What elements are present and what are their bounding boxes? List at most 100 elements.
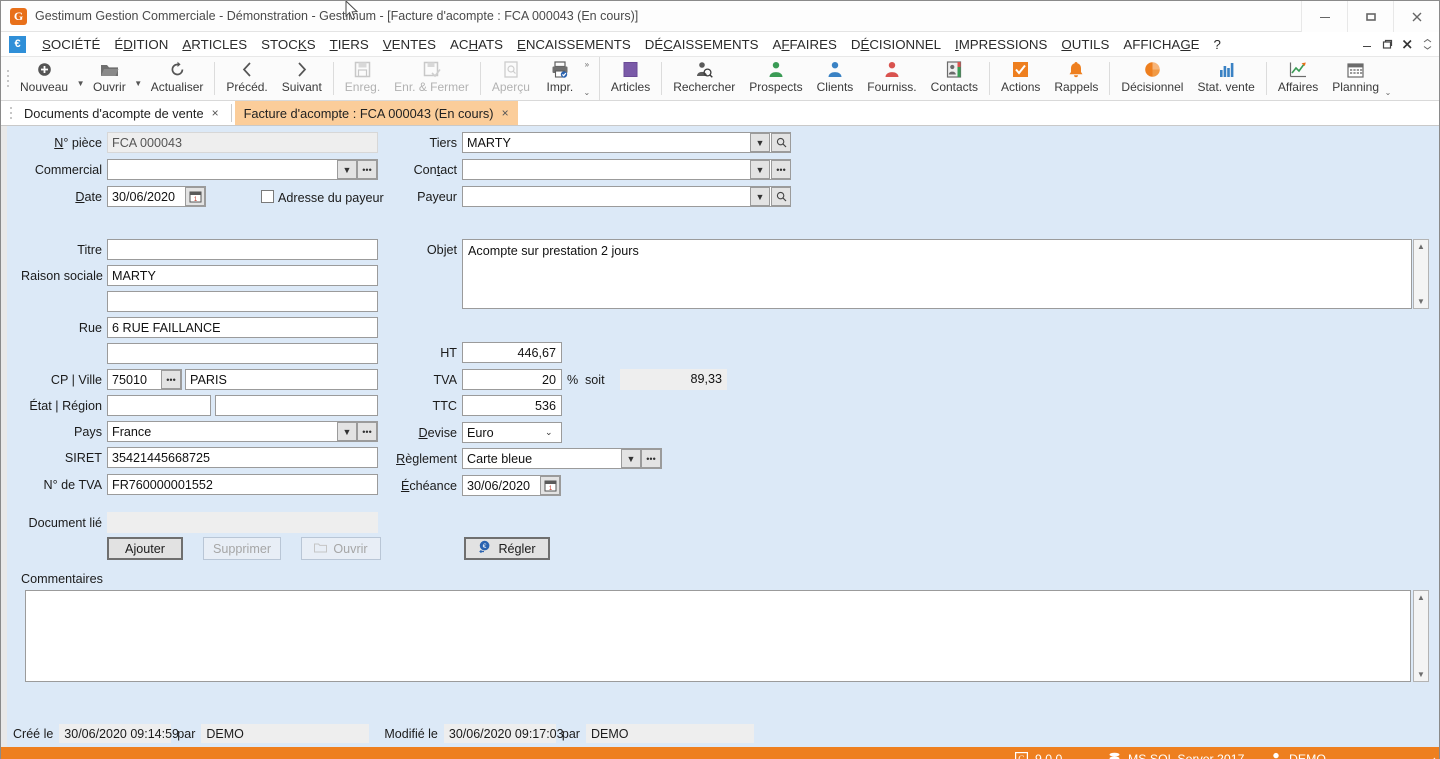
adresse-payeur-checkbox[interactable] bbox=[261, 190, 274, 203]
tabstrip-grip[interactable] bbox=[7, 105, 15, 121]
reglement-dropdown-icon[interactable]: ▼ bbox=[621, 449, 641, 468]
toolbar-button-ouvrir[interactable]: Ouvrir bbox=[86, 57, 133, 100]
num-piece-input[interactable]: FCA 000043 bbox=[107, 132, 378, 153]
document-tab-close-icon[interactable]: × bbox=[212, 107, 219, 119]
commentaires-scroll-down-icon[interactable]: ▼ bbox=[1414, 668, 1428, 681]
mdi-close-icon[interactable] bbox=[1402, 39, 1413, 50]
region-input[interactable] bbox=[215, 395, 378, 416]
siret-input[interactable]: 35421445668725 bbox=[107, 447, 378, 468]
toolbar-right-overflow-icon[interactable]: ⌄ bbox=[1382, 59, 1394, 98]
ville-input[interactable]: PARIS bbox=[185, 369, 378, 390]
mdi-restore-icon[interactable] bbox=[1382, 39, 1393, 50]
tva-rate-input[interactable]: 20 bbox=[462, 369, 562, 390]
menu-app-icon[interactable]: € bbox=[9, 35, 26, 53]
document-tab-1[interactable]: Documents d'acompte de vente × bbox=[15, 101, 228, 125]
tiers-input[interactable]: MARTY bbox=[462, 132, 791, 153]
toolbar-button-actualiser[interactable]: Actualiser bbox=[144, 57, 211, 100]
supprimer-button[interactable]: Supprimer bbox=[203, 537, 281, 560]
menu-item-impressions[interactable]: I MPRESSIONS bbox=[948, 32, 1054, 57]
payeur-search-icon[interactable] bbox=[771, 187, 791, 206]
num-tva-input[interactable]: FR760000001552 bbox=[107, 474, 378, 495]
toolbar-button-stat-vente[interactable]: Stat. vente bbox=[1190, 57, 1261, 100]
commentaires-scrollbar[interactable]: ▲ ▼ bbox=[1413, 590, 1429, 682]
commercial-browse-icon[interactable]: ••• bbox=[357, 160, 377, 179]
devise-chevron-down-icon[interactable]: ⌄ bbox=[545, 427, 553, 438]
payeur-dropdown-icon[interactable]: ▼ bbox=[750, 187, 770, 206]
toolbar-grip[interactable] bbox=[5, 64, 11, 94]
pays-dropdown-icon[interactable]: ▼ bbox=[337, 422, 357, 441]
objet-scrollbar[interactable]: ▲ ▼ bbox=[1413, 239, 1429, 309]
menu-item-d-cisionnel[interactable]: D É CISIONNEL bbox=[844, 32, 948, 57]
echeance-calendar-icon[interactable]: 1 bbox=[540, 476, 560, 495]
toolbar-button-aper-u[interactable]: Aperçu bbox=[485, 57, 537, 100]
tiers-dropdown-icon[interactable]: ▼ bbox=[750, 133, 770, 152]
toolbar-button-suivant[interactable]: Suivant bbox=[275, 57, 329, 100]
menu-item-stocks[interactable]: STOC K S bbox=[254, 32, 322, 57]
menu-item-articles[interactable]: A RTICLES bbox=[175, 32, 254, 57]
menu-item-tiers[interactable]: T IERS bbox=[323, 32, 376, 57]
menu-item-ventes[interactable]: V ENTES bbox=[376, 32, 443, 57]
toolbar-button-enreg[interactable]: Enreg. bbox=[338, 57, 387, 100]
menu-item-dition[interactable]: É D ITION bbox=[107, 32, 175, 57]
regler-button[interactable]: € Régler bbox=[464, 537, 550, 560]
minimize-button[interactable] bbox=[1301, 1, 1347, 32]
toolbar-nouveau-chevron-down-icon[interactable]: ▼ bbox=[75, 79, 86, 100]
ajouter-button[interactable]: Ajouter bbox=[107, 537, 183, 560]
document-lie-input[interactable] bbox=[107, 512, 378, 533]
document-tab-close-icon[interactable]: × bbox=[502, 107, 509, 119]
menu-item-affichage[interactable]: AFFICHA G E bbox=[1116, 32, 1206, 57]
toolbar-ouvrir-chevron-down-icon[interactable]: ▼ bbox=[133, 79, 144, 100]
date-calendar-icon[interactable]: 1 bbox=[185, 187, 205, 206]
titre-input[interactable] bbox=[107, 239, 378, 260]
objet-textarea[interactable]: Acompte sur prestation 2 jours bbox=[462, 239, 1412, 309]
toolbar-button-nouveau[interactable]: Nouveau bbox=[13, 57, 75, 100]
maximize-button[interactable] bbox=[1347, 1, 1393, 32]
toolbar-button-enr-fermer[interactable]: Enr. & Fermer bbox=[387, 57, 476, 100]
commentaires-textarea[interactable] bbox=[25, 590, 1411, 682]
rue-line2-input[interactable] bbox=[107, 343, 378, 364]
rue-input[interactable]: 6 RUE FAILLANCE bbox=[107, 317, 378, 338]
toolbar-button-clients[interactable]: Clients bbox=[810, 57, 861, 100]
toolbar-button-articles[interactable]: Articles bbox=[604, 57, 657, 100]
toolbar-button-actions[interactable]: Actions bbox=[994, 57, 1047, 100]
contact-dropdown-icon[interactable]: ▼ bbox=[750, 160, 770, 179]
payeur-input[interactable] bbox=[462, 186, 791, 207]
commercial-dropdown-icon[interactable]: ▼ bbox=[337, 160, 357, 179]
toolbar-button-planning[interactable]: Planning bbox=[1325, 57, 1386, 100]
menu-item-d-caissements[interactable]: DÉ C AISSEMENTS bbox=[638, 32, 766, 57]
toolbar-button-contacts[interactable]: Contacts bbox=[924, 57, 985, 100]
resize-grip-icon[interactable] bbox=[1422, 754, 1436, 759]
cp-browse-icon[interactable]: ••• bbox=[161, 370, 181, 389]
toolbar-left-overflow-icon[interactable]: » ⌄ bbox=[581, 59, 593, 98]
raison-sociale-line2-input[interactable] bbox=[107, 291, 378, 312]
pays-browse-icon[interactable]: ••• bbox=[357, 422, 377, 441]
reglement-browse-icon[interactable]: ••• bbox=[641, 449, 661, 468]
menu-item-affaires[interactable]: A F FAIRES bbox=[766, 32, 844, 57]
document-tab-2[interactable]: Facture d'acompte : FCA 000043 (En cours… bbox=[234, 101, 518, 125]
menu-item-achats[interactable]: AC H ATS bbox=[443, 32, 510, 57]
objet-scroll-up-icon[interactable]: ▲ bbox=[1414, 240, 1428, 253]
contact-browse-icon[interactable]: ••• bbox=[771, 160, 791, 179]
menu-item-outils[interactable]: O UTILS bbox=[1054, 32, 1116, 57]
menu-item-[interactable]: ? bbox=[1207, 32, 1228, 57]
ttc-input[interactable]: 536 bbox=[462, 395, 562, 416]
menu-item-encaissements[interactable]: E NCAISSEMENTS bbox=[510, 32, 638, 57]
menu-overflow-icon[interactable] bbox=[1422, 39, 1433, 50]
mdi-minimize-icon[interactable] bbox=[1362, 39, 1373, 50]
toolbar-button-impr[interactable]: Impr. bbox=[537, 57, 583, 100]
menu-item-soci-t[interactable]: S OCIÉTÉ bbox=[35, 32, 107, 57]
etat-input[interactable] bbox=[107, 395, 211, 416]
toolbar-button-d-cisionnel[interactable]: Décisionnel bbox=[1114, 57, 1190, 100]
toolbar-button-pr-c-d[interactable]: Précéd. bbox=[219, 57, 274, 100]
toolbar-button-affaires[interactable]: Affaires bbox=[1271, 57, 1325, 100]
objet-scroll-down-icon[interactable]: ▼ bbox=[1414, 295, 1428, 308]
toolbar-button-prospects[interactable]: Prospects bbox=[742, 57, 809, 100]
raison-sociale-input[interactable]: MARTY bbox=[107, 265, 378, 286]
tiers-search-icon[interactable] bbox=[771, 133, 791, 152]
ht-input[interactable]: 446,67 bbox=[462, 342, 562, 363]
close-button[interactable] bbox=[1393, 1, 1439, 32]
toolbar-button-rappels[interactable]: Rappels bbox=[1047, 57, 1105, 100]
ouvrir-button[interactable]: Ouvrir bbox=[301, 537, 381, 560]
commentaires-scroll-up-icon[interactable]: ▲ bbox=[1414, 591, 1428, 604]
contact-input[interactable] bbox=[462, 159, 791, 180]
